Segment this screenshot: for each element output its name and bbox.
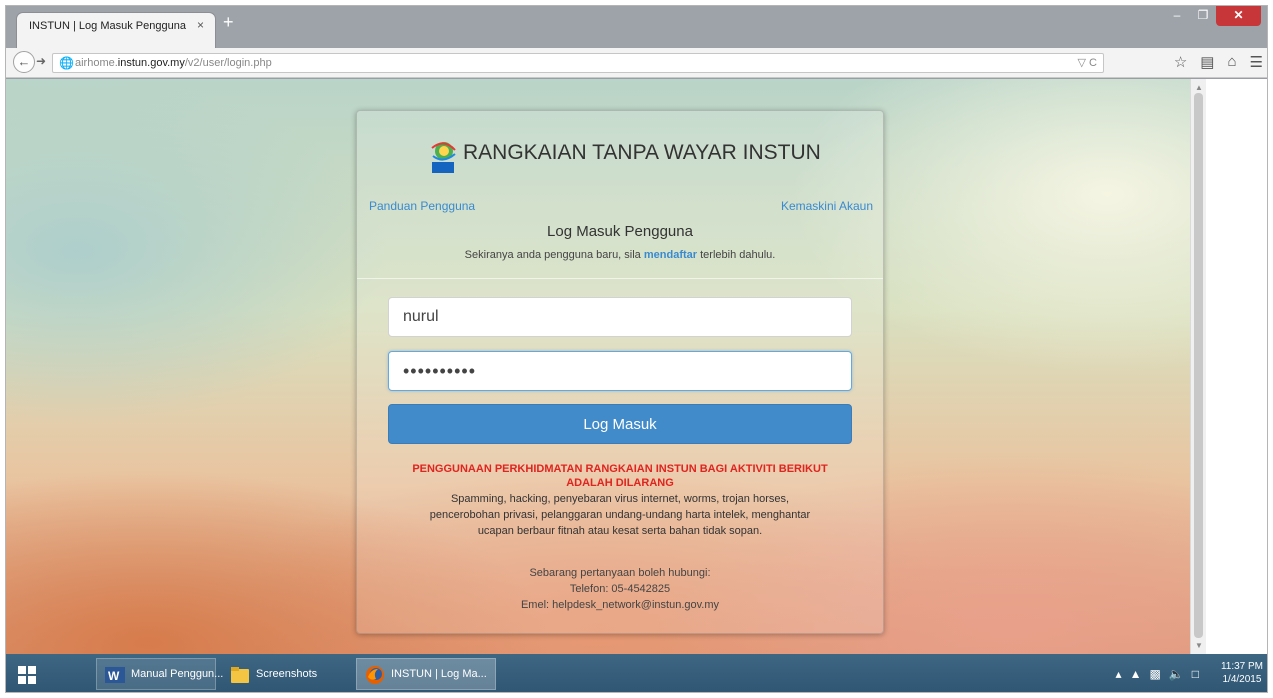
tab-close-icon[interactable]: × [197, 18, 204, 32]
warning-body-line: ucapan berbaur fitnah atau kesat serta b… [477, 525, 763, 537]
url-domain-prefix: airhome. [75, 57, 118, 69]
register-note-before: Sekiranya anda pengguna baru, sila [464, 249, 644, 261]
bookmark-star-icon[interactable]: ☆ [1174, 53, 1187, 71]
warning-body-line: pencerobohan privasi, pelanggaran undang… [429, 509, 811, 521]
username-input[interactable] [388, 297, 852, 337]
network-icon[interactable]: □ [1192, 667, 1199, 681]
windows-start-icon[interactable] [18, 666, 36, 684]
user-guide-link[interactable]: Panduan Pengguna [369, 199, 475, 213]
maximize-icon[interactable]: ❐ [1190, 6, 1216, 26]
url-path: /v2/user/login.php [184, 57, 272, 69]
window-margin [1206, 79, 1267, 654]
svg-text:W: W [108, 669, 120, 683]
window-close-icon[interactable]: ✕ [1216, 6, 1261, 26]
form-title: Log Masuk Pengguna [547, 223, 693, 240]
word-icon: W [105, 667, 125, 683]
warning-title-line: PENGGUNAAN PERKHIDMATAN RANGKAIAN INSTUN… [412, 463, 828, 475]
warning-title-line: ADALAH DILARANG [566, 477, 674, 489]
scroll-up-icon[interactable]: ▲ [1195, 83, 1203, 92]
reload-icon[interactable]: ▽ C [1078, 56, 1097, 69]
login-button[interactable]: Log Masuk [388, 404, 852, 444]
warning-body-line: Spamming, hacking, penyebaran virus inte… [450, 493, 790, 505]
url-domain: instun.gov.my [117, 57, 185, 69]
address-bar[interactable]: 🌐 airhome.instun.gov.my/v2/user/login.ph… [52, 53, 1104, 73]
back-arrow-icon[interactable]: ← [13, 51, 35, 73]
taskbar-item-firefox[interactable]: INSTUN | Log Ma... [356, 658, 496, 690]
title-bar: INSTUN | Log Masuk Pengguna × + – ❐ ✕ [6, 6, 1267, 48]
url-text: airhome.instun.gov.my/v2/user/login.php [75, 57, 272, 69]
home-icon[interactable]: ⌂ [1227, 53, 1236, 71]
signal-icon[interactable]: ▩ [1149, 667, 1160, 681]
taskbar: W Manual Penggun... Screenshots INSTUN |… [6, 654, 1267, 692]
register-note: Sekiranya anda pengguna baru, sila menda… [357, 249, 883, 261]
google-drive-icon[interactable]: ▲ [1130, 667, 1142, 681]
password-input[interactable] [388, 351, 852, 391]
vertical-scrollbar[interactable]: ▲ ▼ [1190, 79, 1206, 654]
login-card: RANGKAIAN TANPA WAYAR INSTUN Panduan Pen… [356, 110, 884, 634]
taskbar-item-label: Manual Penggun... [131, 668, 224, 680]
volume-icon[interactable]: 🔈 [1169, 667, 1184, 681]
system-tray: ▴ ▲ ▩ 🔈 □ [1116, 667, 1199, 681]
update-account-link[interactable]: Kemaskini Akaun [781, 199, 873, 213]
toolbar-icons: ☆ ▤ ⌂ ☰ [1174, 53, 1263, 71]
register-note-after: terlebih dahulu. [697, 249, 776, 261]
contact-email: Emel: helpdesk_network@instun.gov.my [520, 599, 720, 611]
warning-title: PENGGUNAAN PERKHIDMATAN RANGKAIAN INSTUN… [357, 462, 883, 490]
scroll-down-icon[interactable]: ▼ [1195, 641, 1203, 650]
page-content: RANGKAIAN TANPA WAYAR INSTUN Panduan Pen… [6, 79, 1190, 654]
taskbar-item-label: INSTUN | Log Ma... [391, 668, 487, 680]
instun-logo-icon [431, 142, 456, 173]
firefox-icon [366, 666, 384, 684]
navigation-bar: ← ➜ 🌐 airhome.instun.gov.my/v2/user/logi… [6, 48, 1267, 78]
taskbar-item-word[interactable]: W Manual Penggun... [96, 658, 223, 690]
forward-arrow-icon[interactable]: ➜ [36, 54, 46, 68]
contact-line: Sebarang pertanyaan boleh hubungi: [529, 567, 711, 579]
taskbar-item-folder[interactable]: Screenshots [221, 658, 349, 690]
new-tab-icon[interactable]: + [223, 13, 234, 31]
warning-body: Spamming, hacking, penyebaran virus inte… [367, 491, 873, 539]
tab-title: INSTUN | Log Masuk Pengguna [29, 20, 186, 32]
register-link[interactable]: mendaftar [644, 249, 697, 261]
minimize-icon[interactable]: – [1164, 6, 1190, 26]
login-card-header: RANGKAIAN TANPA WAYAR INSTUN Panduan Pen… [357, 111, 883, 279]
menu-icon[interactable]: ☰ [1250, 53, 1263, 71]
bookmarks-list-icon[interactable]: ▤ [1200, 53, 1214, 71]
browser-tab[interactable]: INSTUN | Log Masuk Pengguna × [16, 12, 216, 48]
clock-date: 1/4/2015 [1222, 674, 1262, 685]
taskbar-clock[interactable]: 11:37 PM 1/4/2015 [1221, 660, 1263, 686]
folder-icon [231, 667, 249, 683]
contact-phone: Telefon: 05-4542825 [569, 583, 671, 595]
globe-icon: 🌐 [59, 56, 74, 70]
browser-window: INSTUN | Log Masuk Pengguna × + – ❐ ✕ ← … [5, 5, 1268, 693]
contact-info: Sebarang pertanyaan boleh hubungi: Telef… [357, 565, 883, 613]
site-title: RANGKAIAN TANPA WAYAR INSTUN [463, 141, 821, 164]
scroll-thumb[interactable] [1194, 93, 1203, 638]
taskbar-item-label: Screenshots [256, 668, 318, 680]
tray-expand-icon[interactable]: ▴ [1116, 667, 1122, 681]
clock-time: 11:37 PM [1220, 661, 1263, 672]
window-controls: – ❐ ✕ [1164, 6, 1261, 28]
